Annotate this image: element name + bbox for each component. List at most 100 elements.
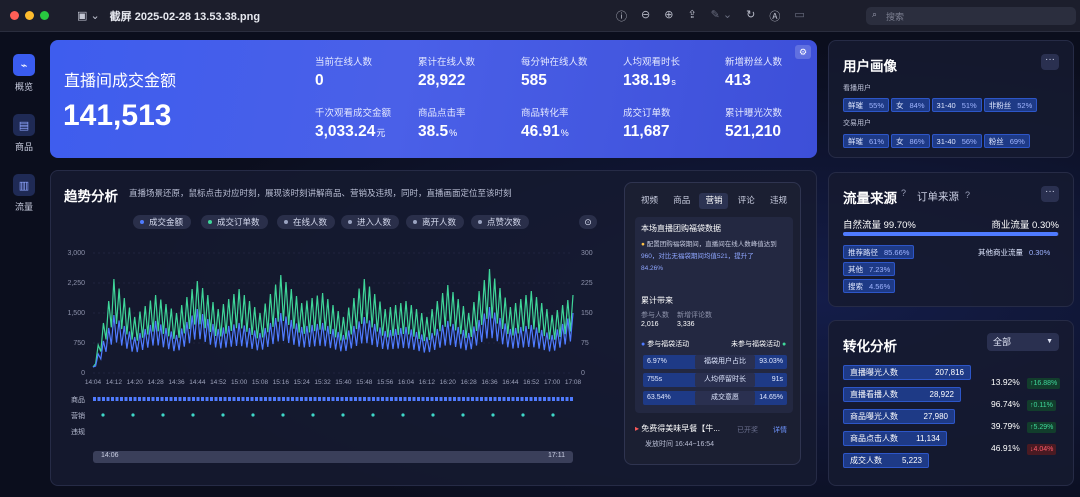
- close-window-button[interactable]: [10, 11, 19, 20]
- traffic-source-item[interactable]: 推荐路径 85.66%: [843, 245, 915, 259]
- profile-tag: 31-40 56%: [931, 134, 982, 148]
- zoom-window-button[interactable]: [40, 11, 49, 20]
- funnel-row[interactable]: 直播看播人数 28,922: [843, 387, 961, 402]
- metric-value: 11,687: [623, 123, 670, 140]
- metric-2: 每分钟在线人数 585: [521, 54, 588, 90]
- panel-tab[interactable]: 营销: [699, 193, 729, 209]
- funnel-rate: 46.91%: [991, 443, 1020, 453]
- marketing-marker: [311, 413, 315, 417]
- conversion-filter-select[interactable]: 全部 ▼: [987, 333, 1059, 351]
- profile-tag: 粉丝 69%: [983, 134, 1030, 148]
- zoom-out-icon[interactable]: ⊖: [641, 8, 650, 24]
- search-input[interactable]: ⌕ 搜索: [866, 7, 1076, 25]
- x-tick: 16:28: [461, 379, 478, 386]
- traffic-source-item[interactable]: 其他 7.23%: [843, 262, 896, 276]
- funnel-row[interactable]: 直播曝光人数 207,816: [843, 365, 971, 380]
- markup-icon[interactable]: ✎ ⌄: [711, 8, 733, 24]
- traffic-title[interactable]: 流量来源: [843, 187, 897, 207]
- commercial-traffic-label: 商业流量 0.30%: [991, 220, 1059, 231]
- search-placeholder: 搜索: [886, 11, 905, 22]
- panel-tab[interactable]: 视频: [635, 193, 664, 209]
- time-range-slider[interactable]: 14:06 17:11: [93, 451, 573, 463]
- trend-chart[interactable]: 3,000 3002,250 2251,500 150750 750 014:04 14:1…: [51, 241, 611, 471]
- x-tick: 15:00: [231, 379, 248, 386]
- panel-tab[interactable]: 商品: [667, 193, 696, 209]
- bag-note: ● 配置团购福袋期间，直播间在线人数峰值达到 960，对比无福袋期间均值521，…: [641, 241, 777, 272]
- info-icon[interactable]: ⓘ: [616, 8, 627, 24]
- settings-icon[interactable]: ⚙: [795, 45, 811, 59]
- target-icon[interactable]: ⊙: [579, 215, 597, 229]
- section-title: 本场直播团购福袋数据: [641, 224, 721, 233]
- x-tick: 14:20: [127, 379, 144, 386]
- more-icon[interactable]: ···: [1041, 186, 1059, 202]
- gmv-value: 141,513: [63, 99, 172, 132]
- sidebar-item-label: 流量: [14, 202, 33, 212]
- marketing-marker: [341, 413, 345, 417]
- x-tick: 16:12: [419, 379, 436, 386]
- event-detail-link[interactable]: 详情: [773, 425, 787, 435]
- slider-end: 17:11: [548, 452, 565, 459]
- other-commercial-traffic: 其他商业流量 0.30%: [978, 248, 1051, 257]
- zoom-in-icon[interactable]: ⊕: [664, 8, 673, 24]
- x-tick: 15:24: [294, 379, 311, 386]
- share-icon[interactable]: ⇪: [687, 8, 696, 24]
- funnel-delta-badge: ↓4.04%: [1027, 444, 1057, 455]
- window-titlebar: ▣ ⌄ 截屏 2025-02-28 13.53.38.png ⓘ ⊖ ⊕ ⇪ ✎…: [0, 0, 1080, 32]
- order-source-tab[interactable]: 订单来源: [917, 189, 959, 204]
- panel-tab[interactable]: 违规: [764, 193, 793, 209]
- legend-chip[interactable]: 在线人数: [277, 215, 336, 229]
- legend-chip[interactable]: 进入人数: [341, 215, 400, 229]
- marketing-marker: [131, 413, 135, 417]
- legend-not-participated: 未参与福袋活动 ●: [731, 341, 787, 348]
- traffic-share-fill: [843, 232, 1059, 236]
- gmv-summary-card: 直播间成交金额 141,513 ⚙ 当前在线人数 0 累计在线人数 28,922 每分钟…: [50, 40, 817, 158]
- annotate-icon[interactable]: Ⓐ: [769, 8, 780, 24]
- sidebar-item-products[interactable]: ▤ 商品: [0, 114, 48, 153]
- x-tick: 17:00: [544, 379, 561, 386]
- legend-chip[interactable]: 点赞次数: [471, 215, 530, 229]
- help-icon[interactable]: ?: [901, 188, 906, 198]
- minimize-window-button[interactable]: [25, 11, 34, 20]
- sidebar-item-overview[interactable]: ⌁ 概览: [0, 54, 48, 93]
- funnel-row[interactable]: 成交人数 5,223: [843, 453, 929, 468]
- sidebar-item-label: 商品: [14, 142, 33, 152]
- metric-value: 46.91%: [521, 123, 569, 140]
- marketing-marker: [191, 413, 195, 417]
- x-tick: 15:56: [377, 379, 394, 386]
- legend-chip[interactable]: 离开人数: [406, 215, 465, 229]
- sidebar-toggle-icon[interactable]: ▣ ⌄: [77, 9, 100, 22]
- metric-value: 38.5%: [418, 123, 458, 140]
- metric-value: 3,033.24元: [315, 123, 386, 140]
- marketing-marker: [281, 413, 285, 417]
- help-icon[interactable]: ?: [965, 190, 970, 200]
- funnel-rate: 39.79%: [991, 421, 1020, 431]
- compare-row: 755s 人均停留时长 91s: [643, 373, 787, 387]
- viewers-label: 看播用户: [843, 85, 871, 92]
- legend-chip[interactable]: 成交金额: [133, 215, 192, 229]
- traffic-source-item[interactable]: 搜索 4.56%: [843, 279, 896, 293]
- y-right-tick: 150: [581, 310, 593, 317]
- x-tick: 14:44: [189, 379, 206, 386]
- search-icon: ⌕: [872, 9, 878, 19]
- panel-tab[interactable]: 评论: [732, 193, 761, 209]
- x-tick: 16:52: [523, 379, 540, 386]
- event-title[interactable]: ▸ 免费得美味早餐【牛...: [635, 423, 720, 434]
- sidebar-item-traffic[interactable]: ▥ 流量: [0, 174, 48, 213]
- crop-icon[interactable]: ▭: [794, 8, 804, 24]
- x-tick: 16:44: [502, 379, 519, 386]
- funnel-row[interactable]: 商品点击人数 11,134: [843, 431, 947, 446]
- funnel-row[interactable]: 商品曝光人数 27,980: [843, 409, 955, 424]
- metric-value: 28,922: [418, 72, 466, 89]
- natural-traffic-label: 自然流量 99.70%: [843, 220, 916, 231]
- trend-title: 趋势分析: [64, 189, 118, 204]
- x-tick: 14:12: [106, 379, 123, 386]
- legend-chip[interactable]: 成交订单数: [201, 215, 268, 229]
- more-icon[interactable]: ···: [1041, 54, 1059, 70]
- rotate-icon[interactable]: ↻: [746, 8, 755, 24]
- col1-label: 参与人数: [641, 312, 669, 319]
- metric-label: 每分钟在线人数: [521, 57, 588, 68]
- sidebar-item-label: 概览: [14, 82, 33, 92]
- metric-label: 千次观看成交金额: [315, 108, 392, 119]
- profile-tag: 鲜璀 55%: [843, 98, 890, 112]
- marketing-marker: [461, 413, 465, 417]
